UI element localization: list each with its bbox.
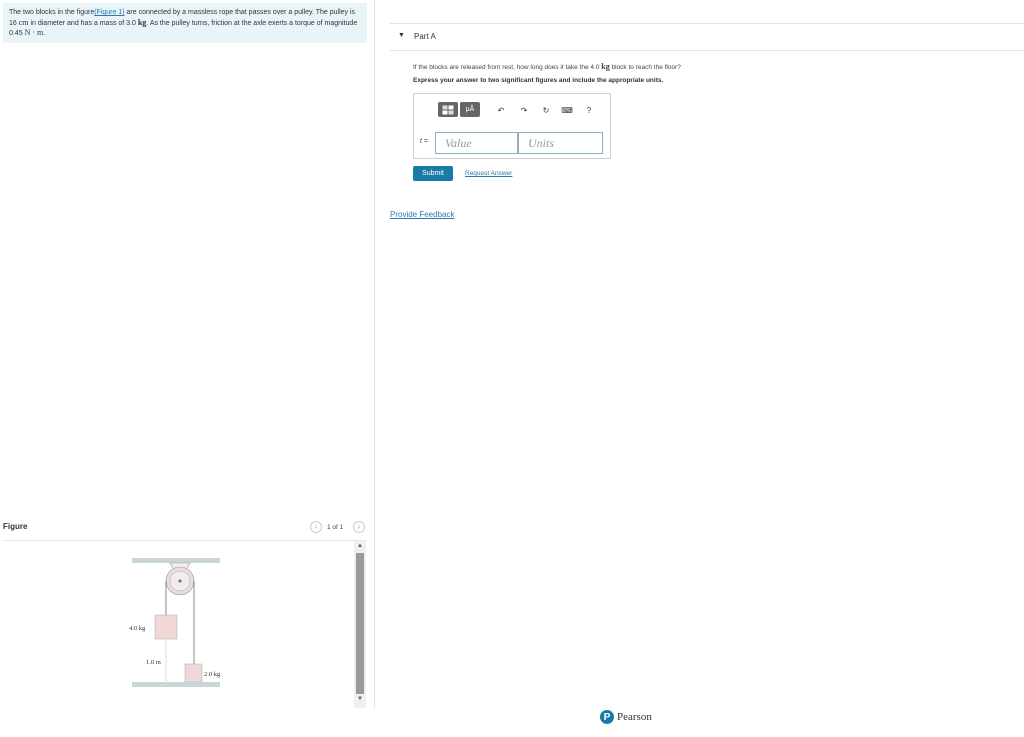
figure-pager: 1 of 1 bbox=[327, 524, 344, 531]
block-2kg bbox=[184, 663, 203, 683]
figure-title: Figure bbox=[3, 522, 28, 531]
templates-button[interactable] bbox=[438, 102, 458, 117]
chevron-left-icon: ‹ bbox=[314, 523, 318, 531]
height-label: 1.0 m bbox=[146, 659, 161, 666]
units-input[interactable]: Units bbox=[518, 132, 603, 154]
question-before: If the blocks are released from rest, ho… bbox=[413, 64, 602, 71]
figure-scrollbar[interactable]: ▲ ▼ bbox=[354, 541, 366, 708]
column-divider bbox=[374, 0, 375, 708]
provide-feedback-link[interactable]: Provide Feedback bbox=[390, 210, 454, 219]
keyboard-icon[interactable]: ⌨ bbox=[561, 104, 573, 116]
prev-figure-button[interactable]: ‹ bbox=[310, 521, 322, 533]
variable-label: t = bbox=[420, 138, 428, 145]
floor bbox=[132, 682, 220, 687]
question-after: block to reach the floor? bbox=[609, 64, 681, 71]
problem-statement: The two blocks in the figure(Figure 1) a… bbox=[3, 3, 367, 43]
question-unit: kg bbox=[601, 62, 610, 71]
pulley-figure: 4.0 kg 1.0 m 2.0 kg bbox=[129, 558, 221, 687]
scroll-down-icon[interactable]: ▼ bbox=[354, 696, 366, 704]
problem-text-5: . bbox=[43, 30, 46, 37]
request-answer-link[interactable]: Request Answer bbox=[465, 170, 512, 177]
instruction-text: Express your answer to two significant f… bbox=[413, 77, 664, 84]
question-text: If the blocks are released from rest, ho… bbox=[413, 62, 681, 71]
submit-button[interactable]: Submit bbox=[413, 166, 453, 181]
problem-text-1: The two blocks in the figure bbox=[9, 9, 95, 16]
mass-left-label: 4.0 kg bbox=[129, 625, 146, 632]
units-button[interactable]: μÅ bbox=[460, 102, 480, 117]
help-icon[interactable]: ? bbox=[583, 104, 595, 116]
problem-text-3: in diameter and has a mass of 3.0 bbox=[28, 19, 138, 27]
value-input[interactable]: Value bbox=[435, 132, 518, 154]
figure-divider bbox=[3, 540, 367, 541]
chevron-right-icon: › bbox=[357, 523, 361, 531]
reset-icon[interactable]: ↻ bbox=[540, 104, 552, 116]
scroll-up-icon[interactable]: ▲ bbox=[354, 543, 366, 551]
scroll-thumb[interactable] bbox=[356, 553, 364, 694]
undo-icon[interactable]: ↶ bbox=[495, 104, 507, 116]
block-4kg bbox=[154, 614, 178, 640]
templates-icon bbox=[442, 105, 454, 114]
answer-box: μÅ ↶ ↷ ↻ ⌨ ? t = Value Units bbox=[413, 93, 611, 159]
unit-torque: N · m bbox=[24, 28, 44, 37]
mass-right-label: 2.0 kg bbox=[204, 671, 221, 678]
unit-cm: cm bbox=[18, 17, 29, 27]
collapse-caret-icon[interactable]: ▼ bbox=[398, 32, 405, 39]
pearson-logo: P Pearson bbox=[600, 710, 652, 724]
redo-icon[interactable]: ↷ bbox=[518, 104, 530, 116]
ceiling bbox=[132, 558, 220, 563]
pearson-icon: P bbox=[600, 710, 614, 724]
next-figure-button[interactable]: › bbox=[353, 521, 365, 533]
pulley-axle bbox=[178, 579, 182, 583]
pearson-text: Pearson bbox=[617, 711, 652, 723]
figure-link[interactable]: (Figure 1) bbox=[94, 9, 124, 16]
part-a-header[interactable]: ▼ Part A bbox=[390, 23, 1024, 51]
part-title: Part A bbox=[414, 32, 436, 41]
